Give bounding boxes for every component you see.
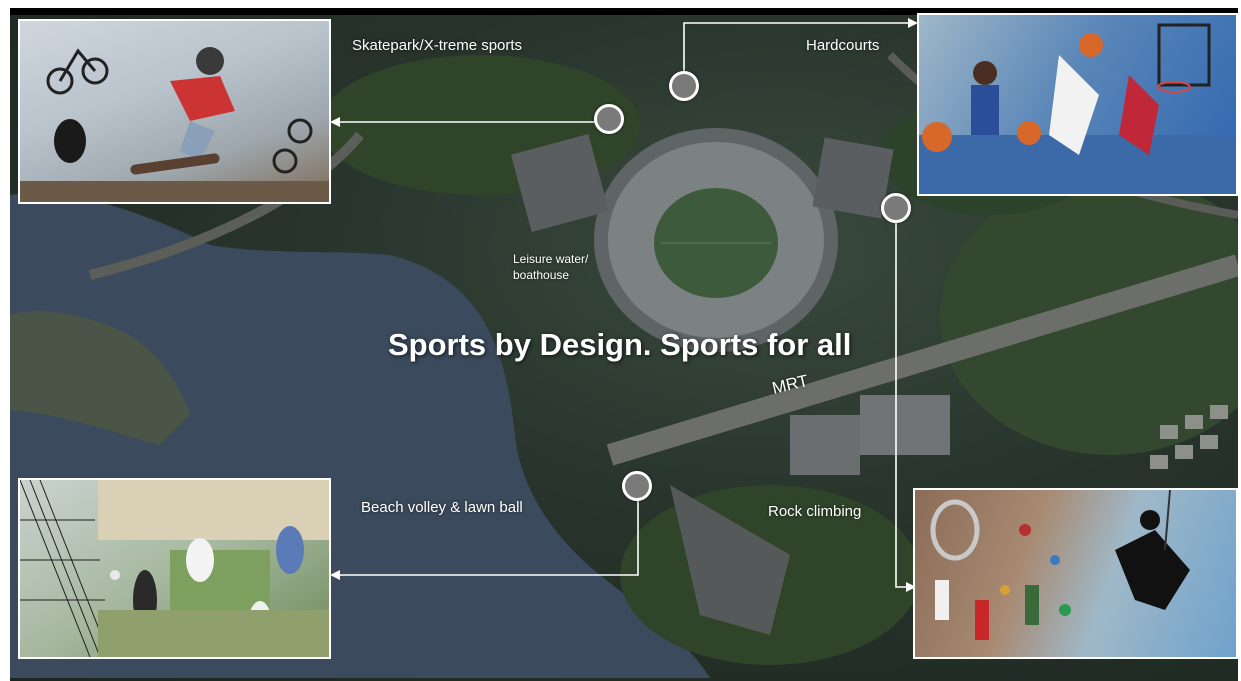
rock-climbing-label: Rock climbing [768,503,862,520]
rock-climbing-marker[interactable] [881,193,911,223]
hardcourts-label: Hardcourts [806,37,880,54]
skatepark-label: Skatepark/X-treme sports [352,37,523,54]
skatepark-marker[interactable] [594,104,624,134]
leisure-water-label: Leisure water/ boathouse [513,252,589,282]
slide-headline: Sports by Design. Sports for all [388,327,852,362]
basketball-icon [919,23,1236,194]
hall-mall [860,395,950,455]
beach-volley-marker[interactable] [622,471,652,501]
beach-volley-photo [18,478,331,659]
rock-climbing-photo [913,488,1238,659]
sports-hub-slide: Leisure water/ boathouse MRT Skatepark/X… [0,0,1241,681]
climbing-icon [930,490,1190,640]
volleyball-icon [20,480,329,657]
hardcourts-photo [917,13,1238,196]
skateboard-icon [20,47,329,202]
hardcourts-marker[interactable] [669,71,699,101]
hall-east [790,415,860,475]
beach-volley-label: Beach volley & lawn ball [361,499,523,516]
skatepark-photo [18,19,331,204]
